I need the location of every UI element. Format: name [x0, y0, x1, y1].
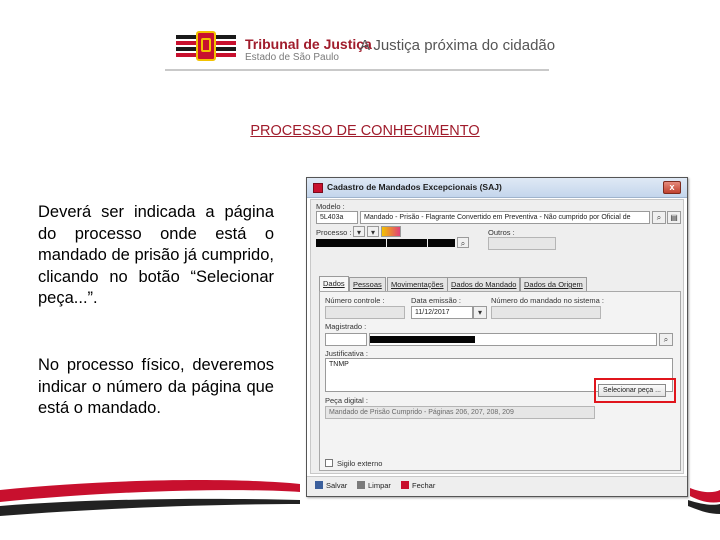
decorative-swoosh	[0, 480, 720, 516]
dialog-body: Modelo : 5L403a Mandado - Prisão - Flagr…	[310, 199, 684, 474]
brand-slogan: A Justiça próxima do cidadão	[360, 37, 556, 54]
coat-of-arms-icon	[196, 31, 216, 61]
mandado-dialog: Cadastro de Mandados Excepcionais (SAJ) …	[306, 177, 688, 497]
tab-movimentacoes[interactable]: Movimentações	[387, 277, 448, 291]
modelo-field[interactable]: Mandado - Prisão - Flagrante Convertido …	[360, 211, 650, 224]
magistrado-label: Magistrado :	[325, 322, 367, 331]
outros-label: Outros :	[488, 228, 515, 237]
redacted-magistrado	[370, 336, 475, 343]
sigilo-label: Sigilo externo	[337, 459, 383, 468]
modelo-search-icon[interactable]: ⌕	[652, 211, 666, 224]
chevron-down-icon[interactable]: ▾	[473, 306, 487, 319]
numero-mandado-field	[491, 306, 601, 319]
app-icon	[313, 183, 323, 193]
modelo-document-icon[interactable]: ▤	[667, 211, 681, 224]
magistrado-code-field[interactable]	[325, 333, 367, 346]
instruction-paragraph-physical: No processo físico, deveremos indicar o …	[38, 356, 274, 417]
peca-digital-field: Mandado de Prisão Cumprido - Páginas 206…	[325, 406, 595, 419]
dialog-title: Cadastro de Mandados Excepcionais (SAJ)	[327, 182, 502, 192]
redacted-processo	[316, 239, 386, 247]
processo-flag-icon	[381, 226, 401, 237]
tab-dados[interactable]: Dados	[319, 276, 349, 291]
justificativa-label: Justificativa :	[325, 349, 368, 358]
numero-controle-label: Número controle :	[325, 296, 385, 305]
outros-field[interactable]	[488, 237, 556, 250]
modelo-label: Modelo :	[316, 202, 345, 211]
modelo-code-field[interactable]: 5L403a	[316, 211, 358, 224]
processo-type-icon[interactable]: ▾	[353, 226, 365, 237]
redacted-processo	[428, 239, 455, 247]
numero-controle-field	[325, 306, 405, 319]
sigilo-checkbox[interactable]	[325, 459, 333, 467]
close-button[interactable]: x	[663, 181, 681, 194]
brand-subtitle: Estado de São Paulo	[245, 52, 339, 63]
data-emissao-field[interactable]: 11/12/2017	[411, 306, 473, 319]
processo-search-icon[interactable]: ⌕	[457, 237, 469, 248]
tab-dados-do-mandado[interactable]: Dados do Mandado	[447, 277, 521, 291]
redacted-processo	[387, 239, 427, 247]
tab-pessoas[interactable]: Pessoas	[349, 277, 386, 291]
header-divider	[165, 69, 549, 71]
magistrado-search-icon[interactable]: ⌕	[659, 333, 673, 346]
brand-title: Tribunal de Justiça	[245, 36, 372, 52]
dialog-titlebar: Cadastro de Mandados Excepcionais (SAJ) …	[307, 178, 687, 198]
data-emissao-label: Data emissão :	[411, 296, 462, 305]
numero-mandado-label: Número do mandado no sistema :	[491, 296, 604, 305]
peca-digital-label: Peça digital :	[325, 396, 368, 405]
tjsp-logo	[176, 31, 236, 61]
highlight-box	[594, 378, 676, 403]
tab-dados-da-origem[interactable]: Dados da Origem	[520, 277, 587, 291]
processo-label: Processo :	[316, 228, 352, 237]
page-title: PROCESSO DE CONHECIMENTO	[250, 123, 480, 139]
chevron-down-icon[interactable]: ▾	[367, 226, 379, 237]
instruction-paragraph: Deverá ser indicada a página do processo…	[38, 203, 274, 307]
